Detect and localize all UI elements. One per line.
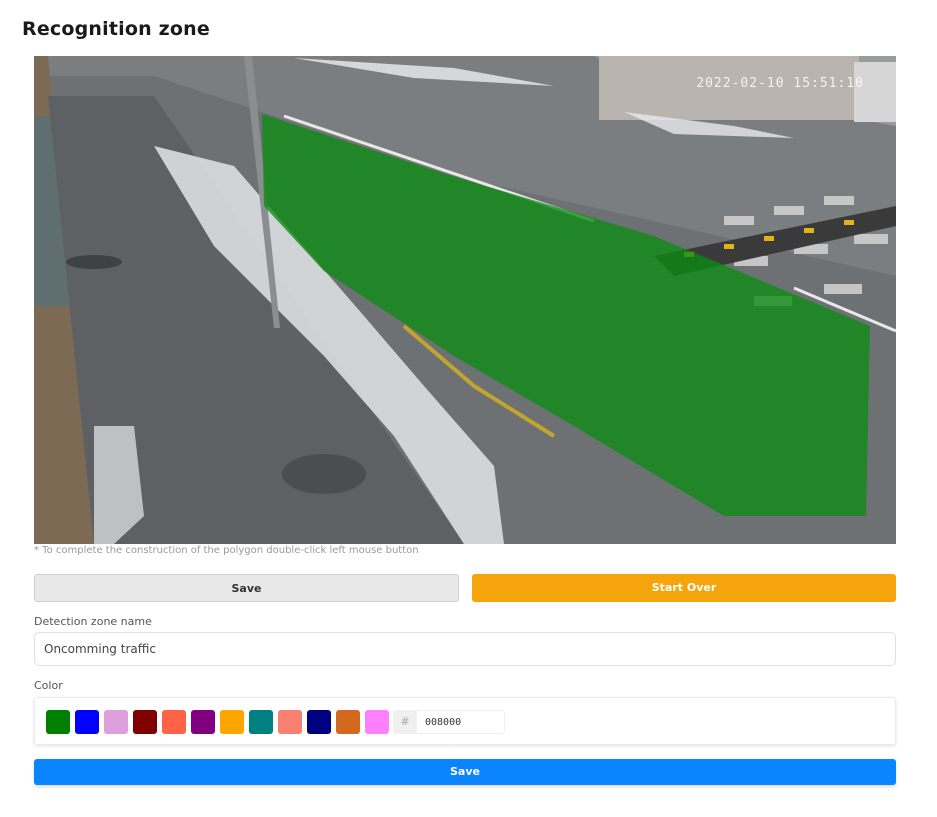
start-over-button[interactable]: Start Over (472, 574, 896, 602)
hex-prefix: # (393, 710, 417, 734)
polygon-hint: * To complete the construction of the po… (34, 545, 419, 556)
swatch-salmon[interactable] (278, 710, 302, 734)
swatch-tomato[interactable] (162, 710, 186, 734)
swatch-orange[interactable] (220, 710, 244, 734)
camera-view[interactable]: 2022-02-10 15:51:10 (34, 56, 896, 544)
swatch-maroon[interactable] (133, 710, 157, 734)
swatch-green[interactable] (46, 710, 70, 734)
swatch-navy[interactable] (307, 710, 331, 734)
swatch-teal[interactable] (249, 710, 273, 734)
swatch-purple[interactable] (191, 710, 215, 734)
hex-color-input[interactable] (417, 710, 505, 734)
color-picker: # (34, 697, 896, 745)
swatch-chocolate[interactable] (336, 710, 360, 734)
camera-image (34, 56, 896, 544)
page-title: Recognition zone (22, 18, 210, 40)
swatch-plum[interactable] (104, 710, 128, 734)
zone-name-input[interactable] (34, 632, 896, 666)
save-zone-button[interactable]: Save (34, 759, 896, 785)
zone-name-label: Detection zone name (34, 615, 152, 628)
swatch-blue[interactable] (75, 710, 99, 734)
swatch-pink[interactable] (365, 710, 389, 734)
save-polygon-button[interactable]: Save (34, 574, 459, 602)
color-label: Color (34, 679, 63, 692)
camera-timestamp: 2022-02-10 15:51:10 (696, 76, 864, 91)
